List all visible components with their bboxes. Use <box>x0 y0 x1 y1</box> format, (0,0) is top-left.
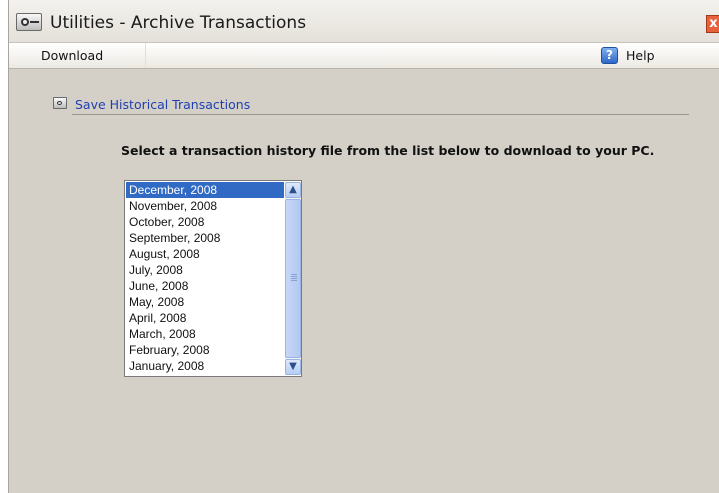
list-item[interactable]: December, 2008 <box>126 182 284 198</box>
transaction-history-listbox[interactable]: December, 2008 November, 2008 October, 200… <box>124 180 302 377</box>
list-item[interactable]: August, 2008 <box>126 246 284 262</box>
menu-help[interactable]: ? Help <box>597 43 677 68</box>
scroll-down-icon[interactable]: ▼ <box>285 359 301 375</box>
window-title: Utilities - Archive Transactions <box>50 13 307 33</box>
section-divider <box>72 114 689 115</box>
listbox-items: December, 2008 November, 2008 October, 200… <box>126 182 284 374</box>
listbox-scrollbar[interactable]: ▲ ▼ <box>285 182 301 375</box>
archive-transactions-window: Utilities - Archive Transactions x Downl… <box>8 0 719 493</box>
help-icon: ? <box>601 47 618 64</box>
title-bar: Utilities - Archive Transactions x <box>9 0 719 43</box>
list-item[interactable]: April, 2008 <box>126 310 284 326</box>
list-item[interactable]: June, 2008 <box>126 278 284 294</box>
list-item[interactable]: July, 2008 <box>126 262 284 278</box>
close-icon[interactable]: x <box>706 15 719 33</box>
safe-icon <box>53 97 67 109</box>
safe-icon <box>16 13 42 31</box>
list-item[interactable]: November, 2008 <box>126 198 284 214</box>
list-item[interactable]: May, 2008 <box>126 294 284 310</box>
scroll-up-icon[interactable]: ▲ <box>285 182 301 198</box>
menu-bar: Download ? Help <box>9 43 719 69</box>
list-item[interactable]: January, 2008 <box>126 358 284 374</box>
list-item[interactable]: September, 2008 <box>126 230 284 246</box>
list-item[interactable]: October, 2008 <box>126 214 284 230</box>
menu-download[interactable]: Download <box>9 43 146 68</box>
scroll-thumb[interactable] <box>285 199 301 358</box>
list-item[interactable]: March, 2008 <box>126 326 284 342</box>
save-historical-transactions-link[interactable]: Save Historical Transactions <box>75 97 250 112</box>
list-item[interactable]: February, 2008 <box>126 342 284 358</box>
help-label: Help <box>626 48 655 63</box>
instruction-text: Select a transaction history file from t… <box>121 143 655 158</box>
